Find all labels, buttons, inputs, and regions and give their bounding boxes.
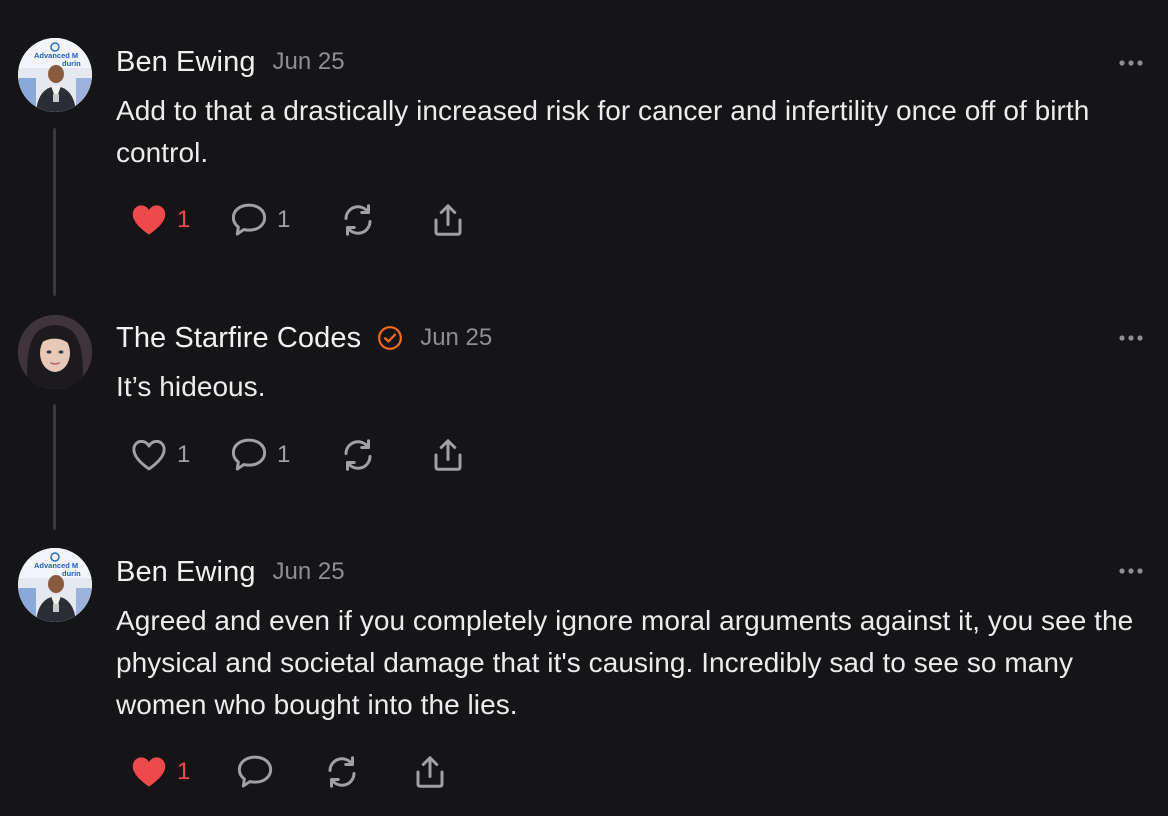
post-header: Ben Ewing Jun 25 (116, 552, 345, 592)
restack-icon (328, 756, 356, 788)
post-body: Agreed and even if you completely ignore… (116, 605, 1134, 720)
comment-bubble-icon (237, 755, 273, 788)
like-count: 1 (177, 758, 191, 785)
share-button[interactable] (412, 754, 452, 790)
share-icon (416, 756, 444, 788)
ellipsis-icon (1119, 568, 1143, 574)
more-options-button[interactable] (1116, 564, 1146, 576)
avatar[interactable]: Advanced M durin (18, 548, 92, 622)
post-date[interactable]: Jun 25 (273, 558, 345, 586)
comment-post: Advanced M durin Ben Ewing Jun 25 Agreed… (0, 0, 1168, 816)
author-name[interactable]: Ben Ewing (116, 556, 256, 589)
restack-button[interactable] (324, 754, 412, 790)
like-button[interactable]: 1 (130, 755, 236, 789)
heart-icon (132, 757, 166, 787)
avatar-image: Advanced M durin (18, 548, 92, 622)
avatar-banner-text: durin (62, 569, 81, 578)
post-actions: 1 (130, 752, 452, 792)
comment-button[interactable] (236, 754, 324, 790)
